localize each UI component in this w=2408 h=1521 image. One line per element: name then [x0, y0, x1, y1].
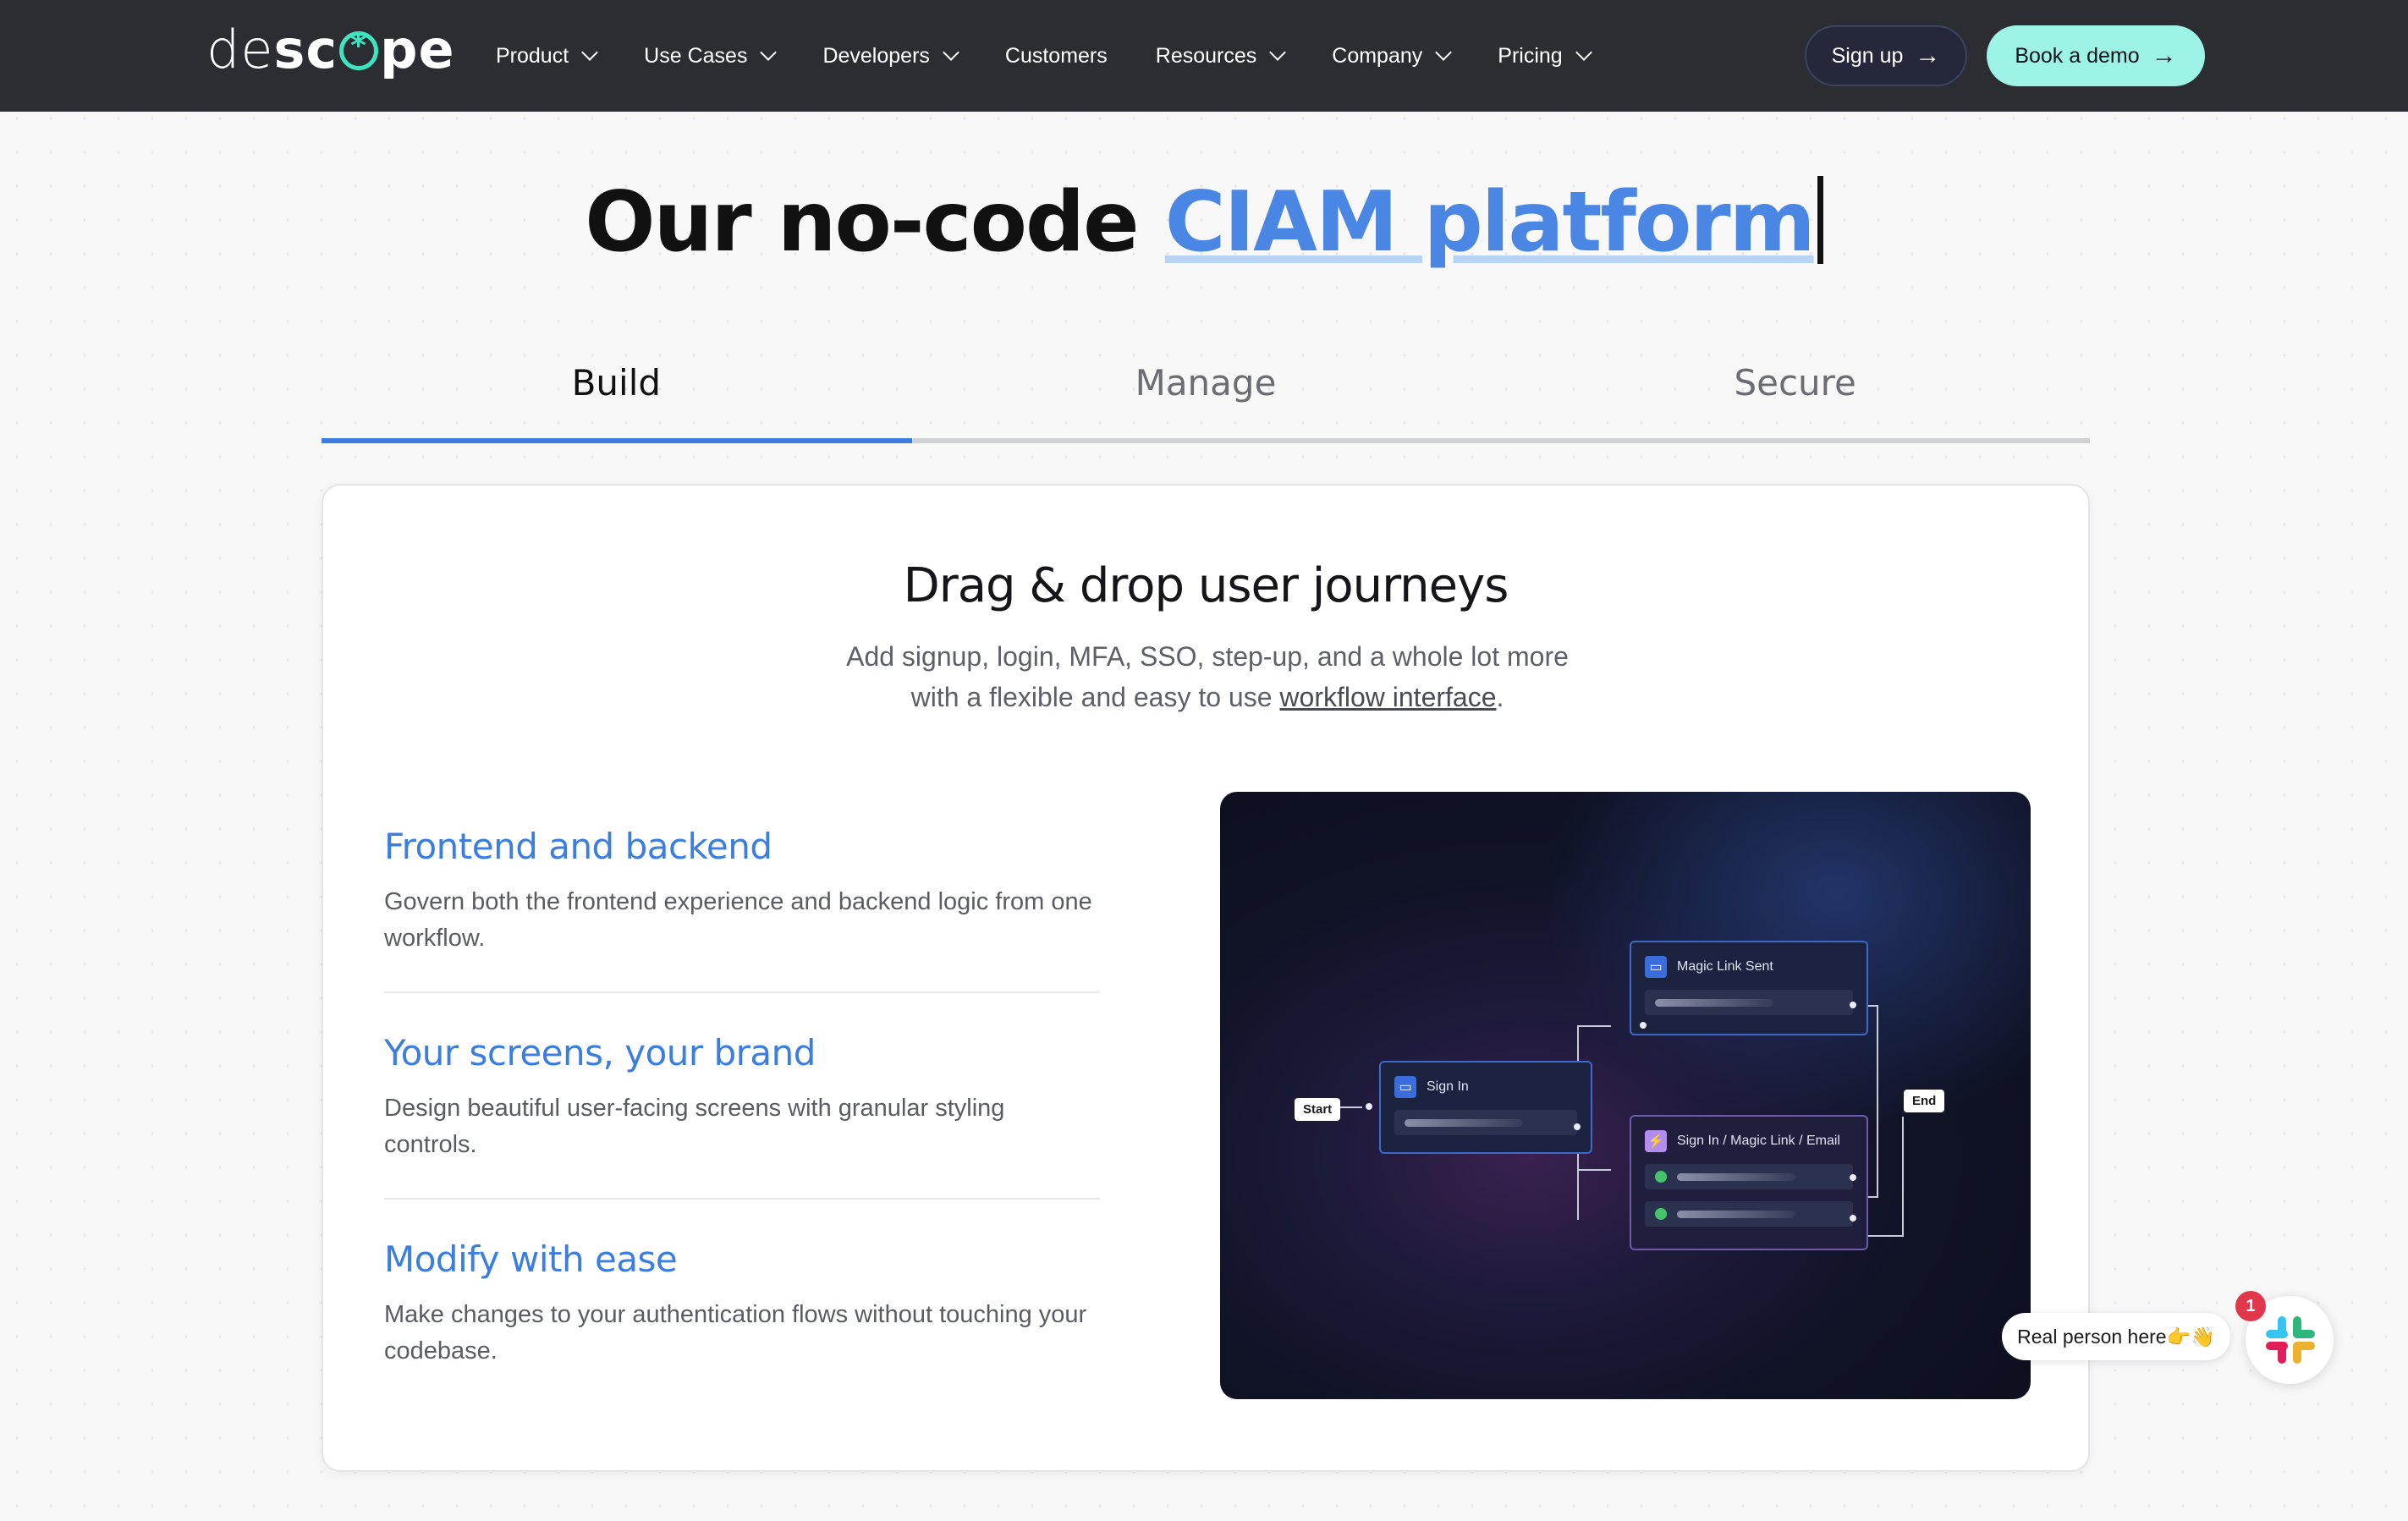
feature-body: Govern both the frontend experience and … [384, 888, 1092, 952]
nav-item-label: Use Cases [644, 43, 748, 68]
connector-dot [1850, 1174, 1856, 1181]
nav-item-resources[interactable]: Resources [1155, 43, 1287, 69]
feature-body: Design beautiful user-facing screens wit… [384, 1095, 1005, 1158]
wire-end-up [1902, 1117, 1904, 1237]
nav-item-label: Company [1332, 43, 1423, 68]
chevron-down-icon [942, 44, 959, 61]
node-label: Sign In [1427, 1079, 1469, 1094]
flow-node-sign-in-magic-link: ⚡ Sign In / Magic Link / Email [1630, 1115, 1868, 1250]
book-demo-button[interactable]: Book a demo → [1987, 25, 2205, 86]
chevron-down-icon [1435, 44, 1453, 61]
platform-tabs: Build Manage Secure [322, 347, 2090, 448]
node-label: Sign In / Magic Link / Email [1677, 1134, 1840, 1148]
connector-dot [1850, 1002, 1856, 1008]
nav-item-label: Customers [1004, 43, 1108, 68]
connector-dot [1366, 1103, 1372, 1110]
nav-item-customers[interactable]: Customers [1005, 44, 1108, 69]
connector-dot [1850, 1215, 1856, 1222]
card-title: Drag & drop user journeys [903, 558, 1509, 613]
nav-item-product[interactable]: Product [496, 43, 599, 69]
flow-node-magic-link-sent: ▭ Magic Link Sent [1630, 941, 1868, 1035]
sign-up-label: Sign up [1831, 43, 1904, 68]
arrow-right-icon: → [2151, 41, 2177, 69]
connector-dot [1640, 1022, 1647, 1029]
lightning-icon: ⚡ [1645, 1130, 1667, 1152]
nav-item-label: Pricing [1498, 43, 1563, 68]
flow-start-node: Start [1295, 1098, 1341, 1121]
placeholder-bar [1677, 1173, 1795, 1181]
page-title-accent: CIAM platform [1164, 174, 1816, 271]
logo-text-light: de [206, 18, 274, 80]
placeholder-bar [1677, 1211, 1795, 1218]
feature-body: Make changes to your authentication flow… [384, 1301, 1087, 1365]
typing-caret [1817, 176, 1823, 264]
logo-mark-icon [339, 29, 379, 70]
nav-item-label: Developers [822, 43, 930, 68]
feature-item-modify-ease: Modify with ease Make changes to your au… [384, 1238, 1100, 1370]
connector-dot [1574, 1123, 1581, 1130]
logo-text-bold-a: sc [273, 18, 338, 80]
placeholder-bar [1655, 999, 1773, 1007]
wire-to-magic [1584, 1025, 1609, 1027]
chevron-down-icon [760, 44, 778, 61]
feature-item-screens-brand: Your screens, your brand Design beautifu… [384, 1032, 1100, 1163]
chat-greeting-bubble[interactable]: Real person here👉👋 [2002, 1313, 2230, 1360]
chevron-down-icon [581, 44, 599, 61]
page-title: Our no-code CIAM platform [0, 174, 2408, 271]
tab-secure[interactable]: Secure [1500, 347, 2090, 448]
feature-item-frontend-backend: Frontend and backend Govern both the fro… [384, 826, 1100, 957]
top-navbar: descpe Product Use Cases Developers Cust… [0, 0, 2408, 112]
nav-item-use-cases[interactable]: Use Cases [644, 43, 778, 69]
flow-node-sign-in: ▭ Sign In [1379, 1061, 1592, 1154]
screen-icon: ▭ [1645, 956, 1667, 978]
arrow-right-icon: → [1915, 41, 1941, 69]
nav-item-label: Resources [1155, 43, 1257, 68]
feature-card: Drag & drop user journeys Add signup, lo… [322, 484, 2090, 1472]
tab-manage[interactable]: Manage [911, 347, 1501, 448]
node-row [1645, 1164, 1853, 1189]
sign-up-button[interactable]: Sign up → [1805, 25, 1967, 86]
screen-icon: ▭ [1394, 1076, 1416, 1098]
flow-end-node: End [1904, 1090, 1945, 1112]
node-row [1645, 1201, 1853, 1227]
nav-item-developers[interactable]: Developers [822, 43, 959, 69]
node-row [1645, 990, 1853, 1015]
feature-divider [384, 1198, 1100, 1200]
descope-logo[interactable]: descpe [206, 19, 455, 80]
main-menu: Product Use Cases Developers Customers R… [496, 0, 1638, 112]
card-subtitle-suffix: . [1496, 682, 1504, 712]
workflow-preview-image: Start End ▭ Sign In ▭ Magic Link Sent ⚡ Sig… [1220, 792, 2031, 1399]
card-subtitle-line1: Add signup, login, MFA, SSO, step-up, an… [846, 641, 1569, 672]
chevron-down-icon [1269, 44, 1287, 61]
node-row [1394, 1110, 1577, 1135]
card-subtitle-line2: with a flexible and easy to use [910, 682, 1280, 712]
page-title-prefix: Our no-code [585, 174, 1165, 271]
feature-title: Your screens, your brand [384, 1032, 816, 1073]
placeholder-bar [1405, 1119, 1523, 1127]
book-demo-label: Book a demo [2015, 43, 2140, 68]
tab-progress-fill [322, 438, 912, 443]
card-subtitle: Add signup, login, MFA, SSO, step-up, an… [746, 636, 1669, 717]
nav-item-label: Product [496, 43, 569, 68]
tab-build[interactable]: Build [322, 347, 911, 448]
check-icon [1655, 1171, 1667, 1183]
feature-divider [384, 991, 1100, 993]
chevron-down-icon [1575, 44, 1592, 61]
feature-title: Frontend and backend [384, 826, 772, 867]
nav-item-company[interactable]: Company [1332, 43, 1453, 69]
logo-text-bold-b: pe [380, 18, 455, 80]
feature-title: Modify with ease [384, 1238, 678, 1280]
workflow-interface-link[interactable]: workflow interface [1279, 682, 1496, 712]
check-icon [1655, 1208, 1667, 1220]
nav-item-pricing[interactable]: Pricing [1498, 43, 1592, 69]
notification-badge: 1 [2235, 1291, 2266, 1321]
node-label: Magic Link Sent [1677, 959, 1773, 974]
